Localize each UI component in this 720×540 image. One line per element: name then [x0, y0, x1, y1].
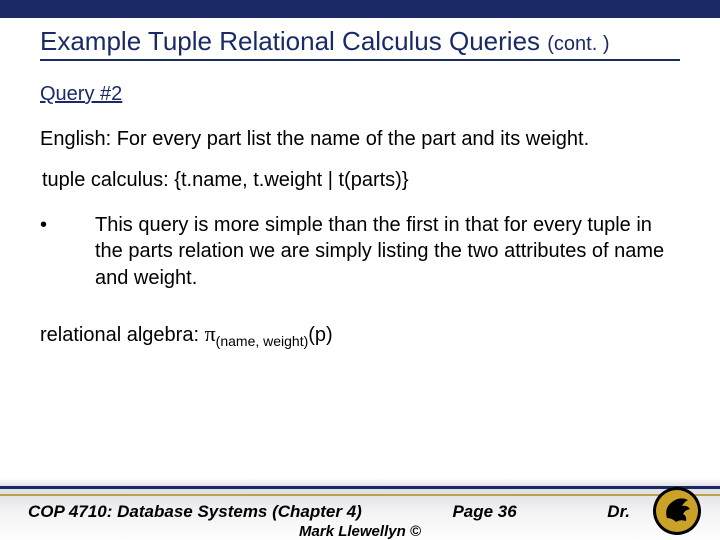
tc-label: tuple calculus: — [42, 169, 169, 191]
title-cont: (cont. ) — [547, 33, 609, 55]
footer-course: COP 4710: Database Systems (Chapter 4) — [28, 502, 362, 522]
query-number: Query #2 — [40, 83, 680, 106]
footer-page: Page 36 — [452, 502, 516, 522]
slide-title: Example Tuple Relational Calculus Querie… — [40, 26, 680, 61]
slide-footer: COP 4710: Database Systems (Chapter 4) P… — [0, 478, 720, 540]
relational-algebra-line: relational algebra: π(name, weight)(p) — [40, 321, 680, 349]
ra-label: relational algebra: — [40, 324, 205, 346]
ra-arg: (p) — [308, 324, 332, 346]
slide-content: Example Tuple Relational Calculus Querie… — [0, 18, 720, 349]
bullet-marker: • — [40, 212, 95, 291]
bullet-text: This query is more simple than the first… — [95, 212, 680, 291]
footer-author: Dr. — [607, 502, 630, 522]
footer-credit: Mark Llewellyn © — [0, 523, 720, 540]
english-text: For every part list the name of the part… — [111, 128, 589, 150]
top-accent-bar — [0, 0, 720, 18]
ra-subscript: (name, weight) — [216, 333, 309, 349]
english-label: English: — [40, 128, 111, 150]
pi-symbol: π — [205, 321, 216, 346]
footer-rule-gold — [0, 494, 720, 496]
ucf-pegasus-logo-icon — [652, 486, 702, 536]
footer-rule-navy — [0, 486, 720, 489]
title-main: Example Tuple Relational Calculus Querie… — [40, 26, 547, 56]
footer-text-row: COP 4710: Database Systems (Chapter 4) P… — [28, 502, 630, 522]
bullet-item: • This query is more simple than the fir… — [40, 212, 680, 291]
tc-text: {t.name, t.weight | t(parts)} — [169, 169, 409, 191]
english-line: English: For every part list the name of… — [40, 128, 680, 151]
tuple-calculus-line: tuple calculus: {t.name, t.weight | t(pa… — [40, 169, 680, 192]
